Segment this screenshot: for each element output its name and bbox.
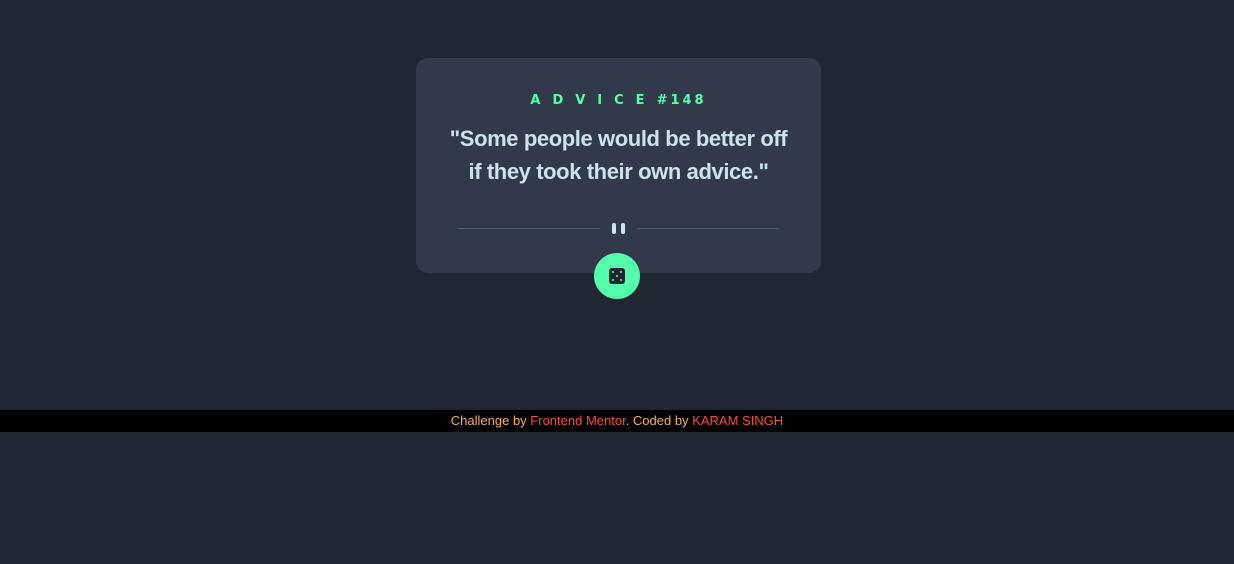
footer-prefix: Challenge by: [450, 413, 531, 428]
footer-middle: . Coded by: [625, 413, 693, 428]
pause-icon: [610, 222, 628, 236]
advice-number: #148: [656, 93, 707, 108]
advice-quote: "Some people would be better off if they…: [449, 126, 788, 184]
divider-line-left: [458, 228, 600, 229]
attribution-footer: Challenge by Frontend Mentor. Coded by K…: [0, 410, 1234, 432]
author-link[interactable]: KARAM SINGH: [692, 413, 783, 428]
advice-card: ADVICE#148 "Some people would be better …: [416, 58, 821, 273]
advice-heading: ADVICE#148: [416, 92, 821, 110]
divider: [458, 222, 779, 236]
new-advice-button[interactable]: [594, 253, 640, 299]
page: ADVICE#148 "Some people would be better …: [0, 0, 1234, 564]
frontend-mentor-link[interactable]: Frontend Mentor: [530, 413, 625, 428]
dice-icon: [609, 268, 625, 284]
divider-line-right: [637, 228, 779, 229]
advice-word: ADVICE: [530, 93, 657, 108]
